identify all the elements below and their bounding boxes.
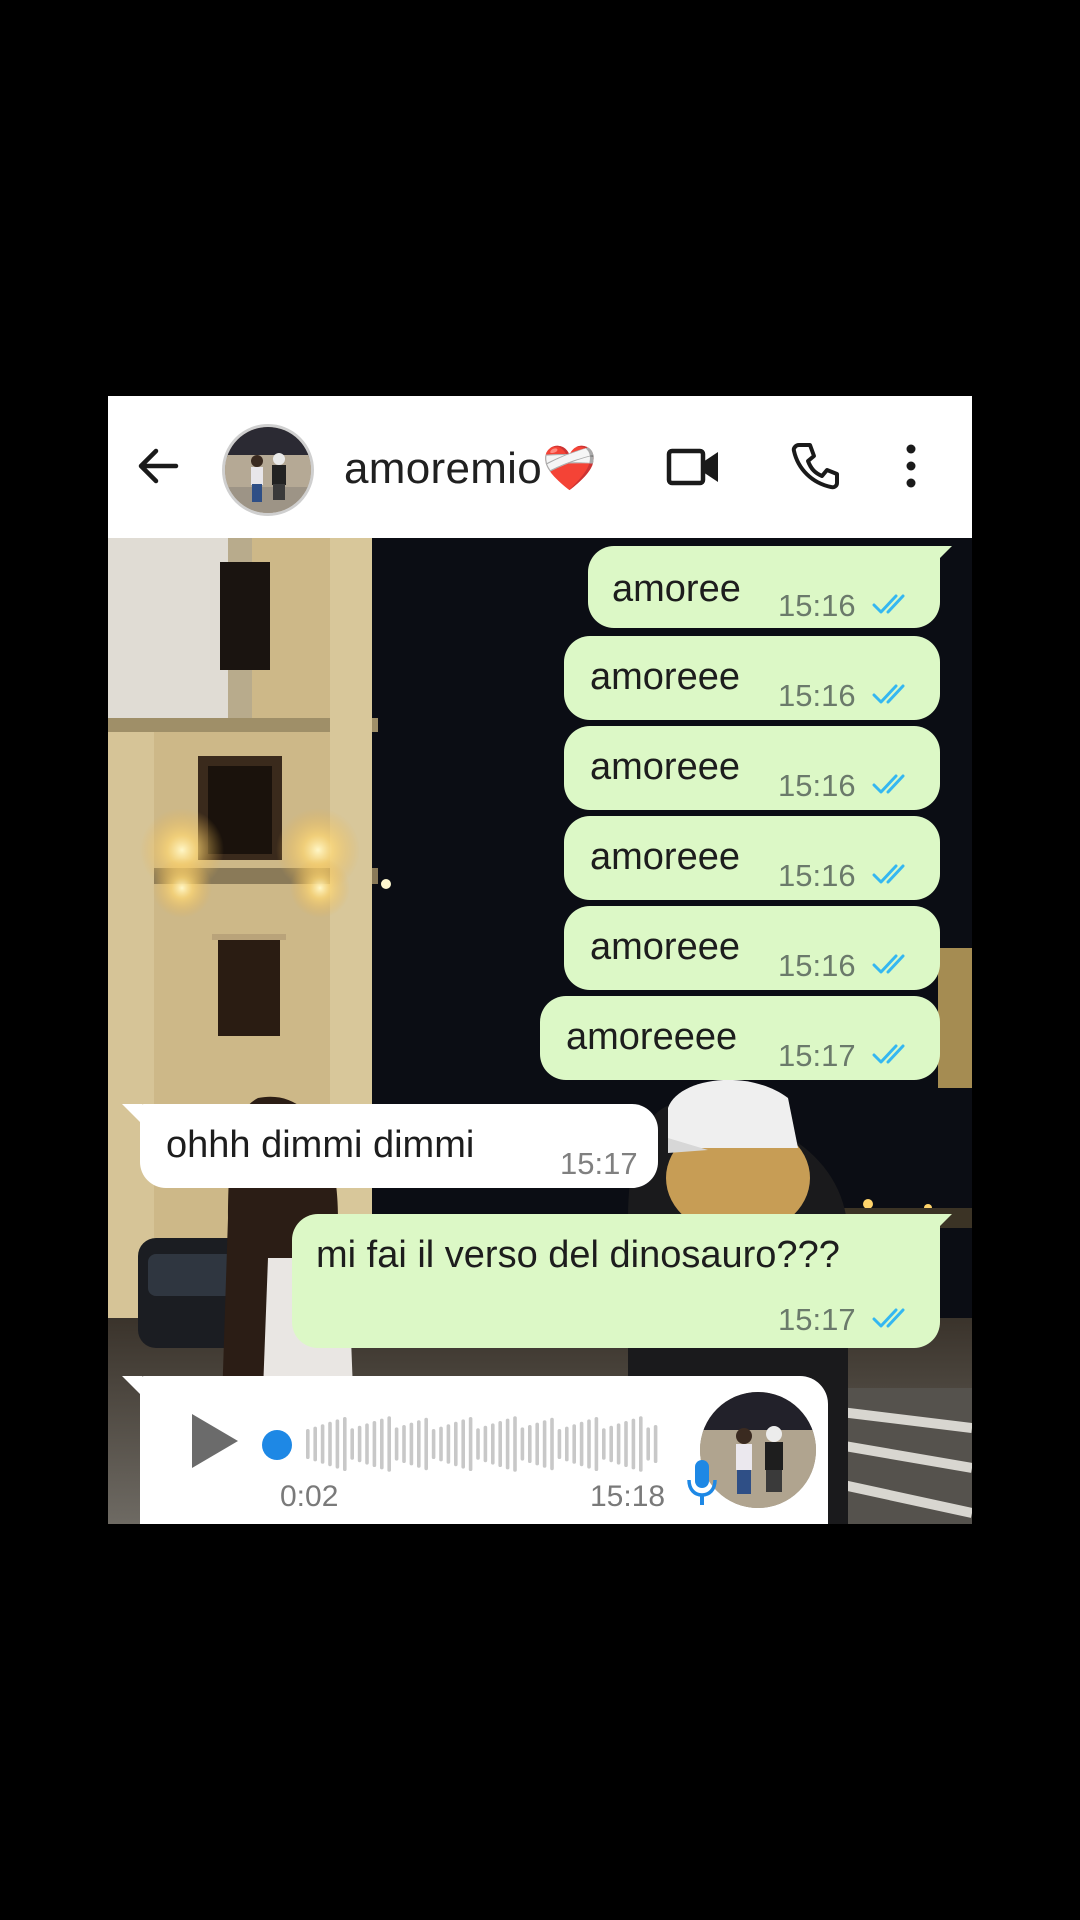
chat-area: amoree 15:16 amoreee 15:16 amoreee 15:16… <box>108 538 972 1524</box>
message-bubble-outgoing[interactable]: amoreee 15:16 <box>564 636 940 720</box>
waveform-bar <box>528 1425 532 1463</box>
waveform-bar <box>402 1425 406 1463</box>
message-bubble-incoming[interactable]: ohhh dimmi dimmi 15:17 <box>140 1104 658 1188</box>
waveform-bar <box>483 1425 488 1463</box>
waveform-bar <box>498 1421 502 1467</box>
video-camera-icon[interactable] <box>664 440 724 494</box>
waveform-bar <box>409 1422 414 1466</box>
waveform-bar <box>387 1416 391 1472</box>
message-bubble-outgoing[interactable]: amoreeee 15:17 <box>540 996 940 1080</box>
voice-progress-knob[interactable] <box>262 1430 292 1460</box>
message-time: 15:16 <box>778 948 856 983</box>
bubble-tail <box>122 1376 142 1396</box>
bubble-tail <box>122 1104 142 1124</box>
double-check-read-icon <box>872 954 905 974</box>
waveform-bar <box>343 1417 347 1471</box>
waveform-bar <box>609 1425 613 1463</box>
waveform-bar <box>335 1419 340 1469</box>
double-check-read-icon <box>872 774 905 794</box>
contact-name[interactable]: amoremio❤️‍🩹 <box>344 442 597 494</box>
double-check-read-icon <box>872 1308 905 1328</box>
message-time: 15:16 <box>778 858 856 893</box>
message-time: 15:16 <box>778 588 856 623</box>
microphone-icon <box>684 1458 720 1508</box>
waveform-bar <box>350 1428 354 1460</box>
phone-icon[interactable] <box>788 438 842 494</box>
message-text: amoreeee <box>566 1016 738 1058</box>
message-time: 15:16 <box>778 678 856 713</box>
message-bubble-outgoing[interactable]: amoreee 15:16 <box>564 816 940 900</box>
voice-duration: 0:02 <box>280 1480 339 1513</box>
chat-screen: amoremio❤️‍🩹 <box>108 396 972 1524</box>
double-check-read-icon <box>872 594 905 614</box>
waveform-bar <box>624 1421 628 1467</box>
waveform-bar <box>520 1427 525 1461</box>
waveform-bar <box>468 1417 473 1471</box>
message-text: mi fai il verso del dinosauro??? <box>316 1234 840 1276</box>
waveform-bar <box>550 1417 554 1471</box>
waveform-bar <box>454 1421 458 1467</box>
waveform-bar <box>602 1428 606 1460</box>
waveform-bar <box>491 1423 495 1465</box>
double-check-read-icon <box>872 1044 905 1064</box>
waveform-bar <box>476 1428 480 1460</box>
waveform-bar <box>439 1426 443 1462</box>
waveform-bar <box>357 1425 362 1463</box>
waveform-bar <box>320 1424 325 1464</box>
waveform-bar <box>372 1421 377 1467</box>
message-time: 15:17 <box>778 1038 856 1073</box>
message-time: 15:17 <box>560 1146 638 1181</box>
waveform-bar <box>594 1417 599 1471</box>
message-time: 15:17 <box>778 1302 856 1337</box>
avatar[interactable] <box>222 424 314 516</box>
message-bubble-outgoing[interactable]: amoreee 15:16 <box>564 906 940 990</box>
waveform-bar <box>639 1416 643 1472</box>
chat-header: amoremio❤️‍🩹 <box>108 396 972 538</box>
waveform-bar <box>513 1416 517 1472</box>
double-check-read-icon <box>872 864 905 884</box>
waveform-bar <box>631 1418 636 1470</box>
play-icon[interactable] <box>188 1412 240 1470</box>
waveform-bar <box>431 1429 436 1459</box>
message-text: ohhh dimmi dimmi <box>166 1124 475 1166</box>
more-vertical-icon[interactable] <box>896 438 926 494</box>
message-bubble-outgoing[interactable]: amoree 15:16 <box>588 546 940 628</box>
message-text: amoree <box>612 568 741 610</box>
message-bubble-outgoing[interactable]: mi fai il verso del dinosauro??? 15:17 <box>292 1214 940 1348</box>
message-time: 15:16 <box>778 768 856 803</box>
double-check-read-icon <box>872 684 905 704</box>
voice-time: 15:18 <box>590 1480 666 1513</box>
waveform-bar <box>380 1418 384 1470</box>
waveform-bar <box>565 1426 569 1462</box>
voice-message-bubble[interactable]: 0:02 15:18 <box>140 1376 828 1524</box>
waveform-bar <box>579 1421 584 1467</box>
waveform-bar <box>461 1419 465 1469</box>
bubble-tail <box>934 546 952 564</box>
message-bubble-outgoing[interactable]: amoreee 15:16 <box>564 726 940 810</box>
waveform-bar <box>542 1420 547 1468</box>
waveform-bar <box>417 1420 421 1468</box>
arrow-left-icon[interactable] <box>130 438 186 494</box>
waveform-bar <box>365 1423 369 1465</box>
message-text: amoreee <box>590 836 740 878</box>
waveform-bar <box>587 1419 591 1469</box>
waveform-bar <box>394 1427 399 1461</box>
message-text: amoreee <box>590 746 740 788</box>
waveform-bar <box>328 1421 332 1467</box>
waveform-bar <box>535 1422 539 1466</box>
waveform-bar <box>646 1427 650 1461</box>
waveform-bar <box>306 1429 310 1459</box>
waveform-bar <box>446 1424 451 1464</box>
waveform-bar <box>505 1418 510 1470</box>
waveform-bar <box>557 1429 562 1459</box>
waveform-bar <box>572 1424 576 1464</box>
waveform-bar <box>616 1423 621 1465</box>
message-text: amoreee <box>590 656 740 698</box>
waveform-bar <box>313 1426 317 1462</box>
waveform-bar <box>424 1417 428 1471</box>
voice-waveform[interactable] <box>266 1412 668 1476</box>
message-text: amoreee <box>590 926 740 968</box>
waveform-bar <box>653 1425 658 1463</box>
